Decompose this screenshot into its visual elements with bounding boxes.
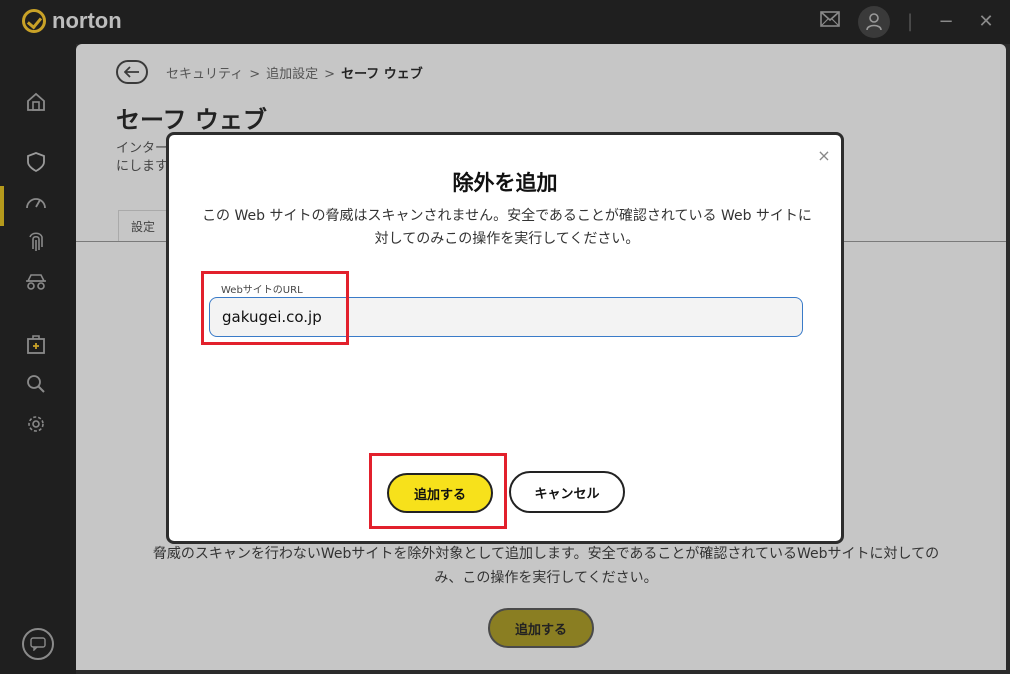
- dialog-description: この Web サイトの脅威はスキャンされません。安全であることが確認されている …: [202, 208, 812, 247]
- breadcrumb: セキュリティ > 追加設定 > セーフ ウェブ: [166, 63, 423, 82]
- norton-logo: norton: [22, 8, 122, 34]
- page-description: インター にします: [116, 140, 166, 176]
- back-button[interactable]: [116, 60, 148, 84]
- breadcrumb-current: セーフ ウェブ: [341, 67, 423, 82]
- search-icon[interactable]: [22, 370, 50, 398]
- breadcrumb-separator: >: [249, 67, 261, 82]
- sidebar: [0, 44, 76, 674]
- minimize-button[interactable]: −: [934, 8, 958, 36]
- breadcrumb-security[interactable]: セキュリティ: [166, 67, 243, 82]
- window-close-button[interactable]: ✕: [974, 8, 998, 36]
- incognito-icon[interactable]: [22, 268, 50, 296]
- brand-name: norton: [52, 8, 122, 33]
- medkit-icon[interactable]: [22, 330, 50, 358]
- page-title: セーフ ウェブ: [116, 106, 267, 134]
- cancel-button[interactable]: キャンセル: [509, 471, 625, 513]
- speedometer-icon[interactable]: [22, 188, 50, 216]
- url-highlight-box: [201, 271, 349, 345]
- titlebar-divider: |: [906, 11, 914, 32]
- arrow-left-icon: [124, 66, 139, 78]
- add-button-highlight-box: [369, 453, 507, 529]
- chat-icon[interactable]: [22, 628, 54, 660]
- shield-icon[interactable]: [22, 148, 50, 176]
- account-button[interactable]: [858, 6, 890, 38]
- page-description-line: インター: [116, 141, 166, 156]
- add-exclusion-button[interactable]: 追加する: [488, 608, 594, 648]
- exclusion-description: 脅威のスキャンを行わないWebサイトを除外対象として追加します。安全であることが…: [152, 546, 940, 586]
- mail-icon[interactable]: [818, 8, 842, 36]
- breadcrumb-separator: >: [324, 67, 336, 82]
- checkmark-logo-icon: [22, 9, 46, 33]
- dialog-title: 除外を追加: [452, 171, 558, 195]
- user-icon: [866, 13, 882, 31]
- page-description-line: にします: [116, 159, 166, 174]
- tab-settings[interactable]: 設定: [118, 210, 168, 242]
- home-icon[interactable]: [22, 88, 50, 116]
- sidebar-active-indicator: [0, 186, 4, 226]
- title-bar: norton | − ✕: [0, 0, 1010, 44]
- fingerprint-icon[interactable]: [22, 228, 50, 256]
- dialog-close-button[interactable]: ×: [815, 147, 833, 165]
- breadcrumb-advanced[interactable]: 追加設定: [266, 67, 318, 82]
- add-exclusion-dialog: × 除外を追加 この Web サイトの脅威はスキャンされません。安全であることが…: [166, 132, 844, 544]
- gear-icon[interactable]: [22, 410, 50, 438]
